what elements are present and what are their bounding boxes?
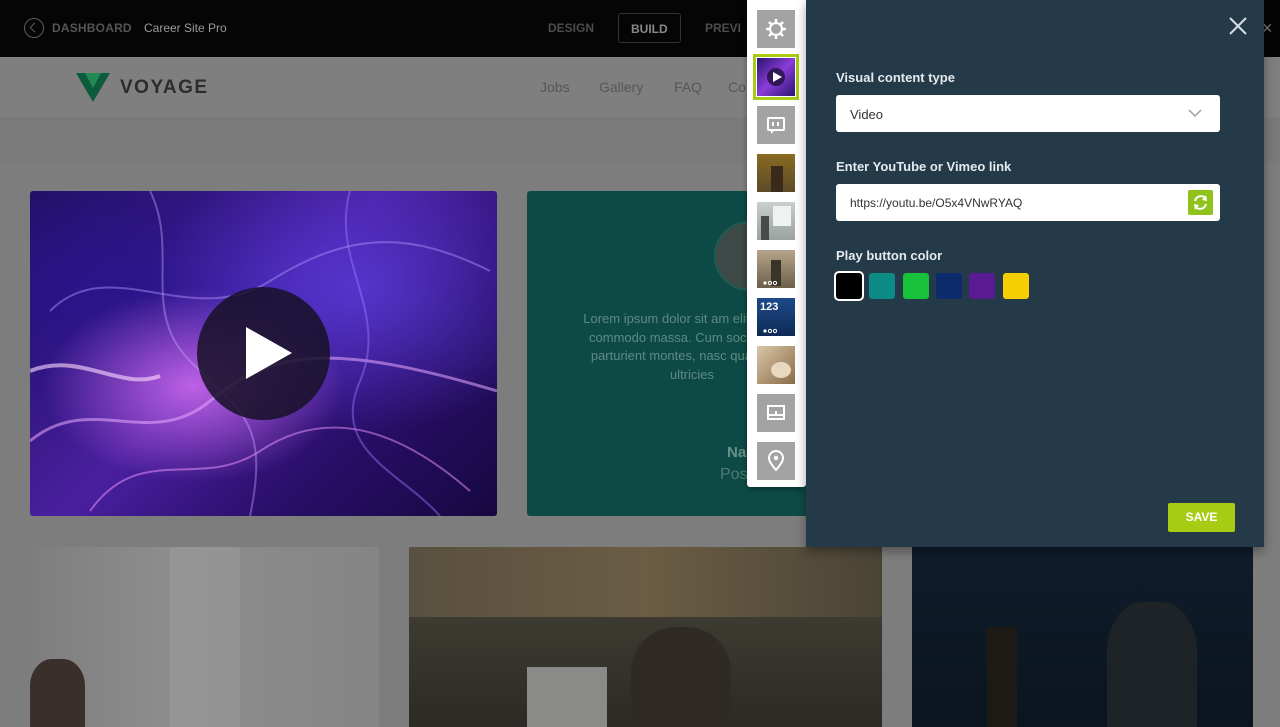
color-swatch[interactable] — [834, 271, 864, 301]
city-night-photo — [912, 547, 1253, 727]
content-type-value: Video — [850, 107, 884, 122]
gallery-thumbnail-icon — [763, 260, 781, 286]
nav-jobs[interactable]: Jobs — [540, 79, 570, 95]
video-thumbnail-icon — [767, 68, 785, 86]
section-stats-button[interactable]: 123 — [757, 298, 795, 336]
tab-preview[interactable]: PREVI — [693, 13, 753, 43]
section-video-button[interactable] — [753, 54, 799, 100]
section-settings-button[interactable] — [757, 10, 795, 48]
video-card[interactable] — [30, 191, 497, 516]
section-image-button[interactable] — [757, 346, 795, 384]
section-quote-button[interactable] — [757, 106, 795, 144]
section-toolbar: 123 — [747, 0, 806, 487]
office-photo — [30, 547, 379, 727]
nav-faq[interactable]: FAQ — [674, 79, 702, 95]
site-name: Career Site Pro — [144, 21, 227, 35]
color-swatch[interactable] — [935, 273, 962, 299]
testimonial-name: Na — [727, 444, 747, 461]
color-swatch[interactable] — [869, 273, 896, 299]
content-type-label: Visual content type — [836, 70, 955, 85]
stats-thumbnail-icon — [763, 328, 778, 334]
gear-icon — [766, 19, 786, 39]
tab-build[interactable]: BUILD — [618, 13, 681, 43]
nav-gallery[interactable]: Gallery — [599, 79, 643, 95]
save-button[interactable]: SAVE — [1168, 503, 1235, 532]
quote-icon — [767, 117, 785, 134]
section-gallery-button[interactable] — [757, 250, 795, 288]
section-map-button[interactable] — [757, 442, 795, 480]
video-settings-panel: Visual content type Video Enter YouTube … — [806, 0, 1264, 547]
color-swatch[interactable] — [1002, 273, 1029, 299]
photo-thumbnail-icon — [771, 166, 783, 192]
brand-name: VOYAGE — [120, 77, 209, 98]
image-thumbnail-icon — [771, 362, 791, 378]
section-presentation-button[interactable] — [757, 202, 795, 240]
content-type-select[interactable]: Video — [836, 95, 1220, 132]
testimonial-position: Pos — [720, 466, 748, 483]
refresh-link-button[interactable] — [1188, 190, 1213, 215]
color-swatch[interactable] — [969, 273, 996, 299]
street-photo — [409, 547, 882, 727]
nav-contact[interactable]: Co — [728, 79, 746, 95]
dashboard-link[interactable]: DASHBOARD — [52, 21, 132, 35]
video-link-input[interactable] — [836, 184, 1220, 221]
video-link-label: Enter YouTube or Vimeo link — [836, 159, 1012, 174]
map-pin-icon — [767, 450, 785, 472]
voyage-logo-icon — [76, 73, 110, 102]
presentation-thumbnail-icon — [761, 206, 791, 240]
play-button-icon[interactable] — [197, 287, 330, 420]
color-swatch[interactable] — [902, 273, 929, 299]
section-layout-button[interactable] — [757, 394, 795, 432]
tab-design[interactable]: DESIGN — [536, 13, 606, 43]
refresh-icon — [1194, 195, 1207, 210]
chevron-down-icon — [1188, 109, 1202, 118]
layout-icon — [767, 405, 785, 420]
close-icon[interactable] — [1228, 16, 1248, 36]
play-color-label: Play button color — [836, 248, 943, 263]
section-photo-button[interactable] — [757, 154, 795, 192]
back-arrow-icon[interactable] — [24, 18, 44, 38]
